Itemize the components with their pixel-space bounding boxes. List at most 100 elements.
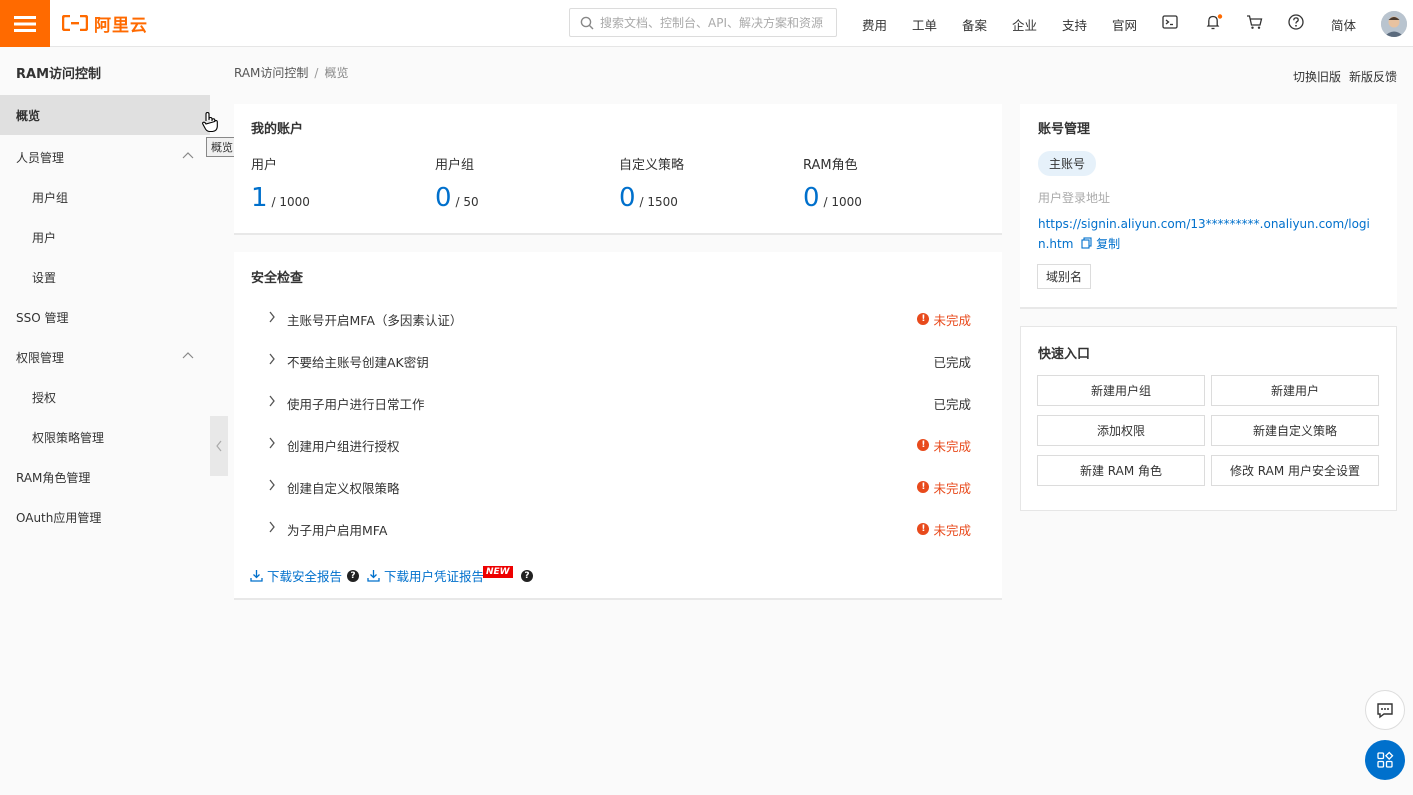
warning-icon: ! xyxy=(917,439,930,451)
sidebar-item-sso[interactable]: SSO 管理 xyxy=(0,297,210,337)
switch-old-version-link[interactable]: 切换旧版 xyxy=(1293,68,1341,85)
breadcrumb-root[interactable]: RAM访问控制 xyxy=(234,66,308,80)
nav-enterprise[interactable]: 企业 xyxy=(1012,15,1037,34)
security-item[interactable]: 主账号开启MFA（多因素认证） ! 未完成 xyxy=(250,298,985,340)
cart-icon[interactable] xyxy=(1246,14,1263,30)
security-item-label: 不要给主账号创建AK密钥 xyxy=(287,354,429,370)
terminal-icon[interactable] xyxy=(1162,14,1178,30)
breadcrumb: RAM访问控制 / 概览 xyxy=(234,64,348,81)
status-text: 未完成 xyxy=(933,312,971,328)
download-security-report-label: 下载安全报告 xyxy=(267,569,343,584)
security-card-title: 安全检查 xyxy=(251,271,304,286)
main-account-tag: 主账号 xyxy=(1038,151,1097,176)
quick-entry-title: 快速入口 xyxy=(1038,347,1091,362)
warning-icon: ! xyxy=(917,313,930,325)
stat-groups: 用户组 0/ 50 xyxy=(435,154,479,213)
bell-icon[interactable] xyxy=(1205,14,1223,31)
security-item-label: 使用子用户进行日常工作 xyxy=(287,396,425,412)
sidebar-item-settings[interactable]: 设置 xyxy=(0,257,210,297)
add-permission-button[interactable]: 添加权限 xyxy=(1037,415,1205,446)
stat-label: 自定义策略 xyxy=(619,158,685,173)
status-badge: ! 未完成 xyxy=(917,436,971,455)
copy-button[interactable]: 复制 xyxy=(1081,237,1120,251)
hamburger-icon xyxy=(14,15,36,32)
create-user-button[interactable]: 新建用户 xyxy=(1211,375,1379,406)
sidebar-item-people[interactable]: 人员管理 xyxy=(0,137,210,177)
stat-value[interactable]: 0 xyxy=(435,183,452,213)
sidebar-item-label: 用户组 xyxy=(32,190,69,205)
warning-icon: ! xyxy=(917,481,930,493)
stat-value[interactable]: 0 xyxy=(619,183,636,213)
nav-tickets[interactable]: 工单 xyxy=(912,15,937,34)
account-mgmt-title: 账号管理 xyxy=(1038,122,1091,137)
copy-icon xyxy=(1081,237,1092,249)
nav-icp[interactable]: 备案 xyxy=(962,15,987,34)
security-item[interactable]: 不要给主账号创建AK密钥 已完成 xyxy=(250,340,985,382)
nav-support[interactable]: 支持 xyxy=(1062,15,1087,34)
account-card-title: 我的账户 xyxy=(251,122,304,137)
stat-value[interactable]: 0 xyxy=(803,183,820,213)
stat-total: / 1000 xyxy=(823,195,862,209)
nav-official-site[interactable]: 官网 xyxy=(1112,15,1137,34)
help-icon[interactable]: ? xyxy=(521,570,533,582)
security-item-label: 主账号开启MFA（多因素认证） xyxy=(287,312,463,328)
status-badge: ! 未完成 xyxy=(917,520,971,539)
status-text: 未完成 xyxy=(933,522,971,538)
security-item[interactable]: 创建自定义权限策略 ! 未完成 xyxy=(250,466,985,508)
status-text: 已完成 xyxy=(933,354,971,370)
create-group-button[interactable]: 新建用户组 xyxy=(1037,375,1205,406)
sidebar-item-overview[interactable]: 概览 xyxy=(0,95,210,135)
status-text: 已完成 xyxy=(933,396,971,412)
sidebar-item-policies[interactable]: 权限策略管理 xyxy=(0,417,210,457)
avatar[interactable] xyxy=(1381,11,1407,37)
security-item-label: 为子用户启用MFA xyxy=(287,522,388,538)
chevron-right-icon xyxy=(268,395,276,407)
download-security-report-link[interactable]: 下载安全报告 ? xyxy=(250,566,360,585)
stat-label: 用户 xyxy=(251,158,278,173)
chevron-right-icon xyxy=(268,479,276,491)
apps-button[interactable] xyxy=(1365,740,1405,780)
sidebar-item-grants[interactable]: 授权 xyxy=(0,377,210,417)
create-custom-policy-button[interactable]: 新建自定义策略 xyxy=(1211,415,1379,446)
sidebar-collapse-handle[interactable] xyxy=(210,416,228,476)
stat-users: 用户 1/ 1000 xyxy=(251,154,310,213)
security-item[interactable]: 使用子用户进行日常工作 已完成 xyxy=(250,382,985,424)
download-credential-report-label: 下载用户凭证报告 xyxy=(384,569,485,584)
sidebar-item-label: 概览 xyxy=(16,108,41,123)
stat-value[interactable]: 1 xyxy=(251,183,268,213)
chat-button[interactable] xyxy=(1365,690,1405,730)
stat-total: / 1500 xyxy=(639,195,678,209)
sidebar-item-groups[interactable]: 用户组 xyxy=(0,177,210,217)
security-item[interactable]: 为子用户启用MFA ! 未完成 xyxy=(250,508,985,550)
nav-fees[interactable]: 费用 xyxy=(862,15,887,34)
language-switch[interactable]: 简体 xyxy=(1331,15,1356,34)
help-icon[interactable]: ? xyxy=(347,569,360,582)
sidebar-item-roles[interactable]: RAM角色管理 xyxy=(0,457,210,497)
search-icon xyxy=(580,16,594,29)
logo[interactable]: 阿里云 xyxy=(62,13,148,36)
sidebar-item-label: OAuth应用管理 xyxy=(16,510,102,525)
sidebar-item-oauth[interactable]: OAuth应用管理 xyxy=(0,497,210,537)
feedback-link[interactable]: 新版反馈 xyxy=(1349,68,1397,85)
sidebar-item-permissions[interactable]: 权限管理 xyxy=(0,337,210,377)
download-credential-report-link[interactable]: 下载用户凭证报告 xyxy=(367,566,484,585)
search-box[interactable] xyxy=(569,8,837,37)
help-icon[interactable] xyxy=(1288,14,1304,30)
chevron-right-icon xyxy=(268,353,276,365)
status-text: 未完成 xyxy=(933,438,971,454)
domain-alias-button[interactable]: 域别名 xyxy=(1037,264,1092,289)
warning-icon: ! xyxy=(917,523,930,535)
security-item[interactable]: 创建用户组进行授权 ! 未完成 xyxy=(250,424,985,466)
sidebar-title: RAM访问控制 xyxy=(16,67,102,82)
ram-user-security-settings-button[interactable]: 修改 RAM 用户安全设置 xyxy=(1211,455,1379,486)
status-text: 未完成 xyxy=(933,480,971,496)
status-badge: 已完成 xyxy=(933,394,971,413)
sidebar-item-label: 设置 xyxy=(32,270,57,285)
sidebar-item-users[interactable]: 用户 xyxy=(0,217,210,257)
create-ram-role-button[interactable]: 新建 RAM 角色 xyxy=(1037,455,1205,486)
search-input[interactable] xyxy=(600,15,830,30)
chevron-left-icon xyxy=(216,440,222,452)
menu-button[interactable] xyxy=(0,0,50,47)
status-badge: ! 未完成 xyxy=(917,478,971,497)
sidebar-item-label: 权限策略管理 xyxy=(32,430,105,445)
